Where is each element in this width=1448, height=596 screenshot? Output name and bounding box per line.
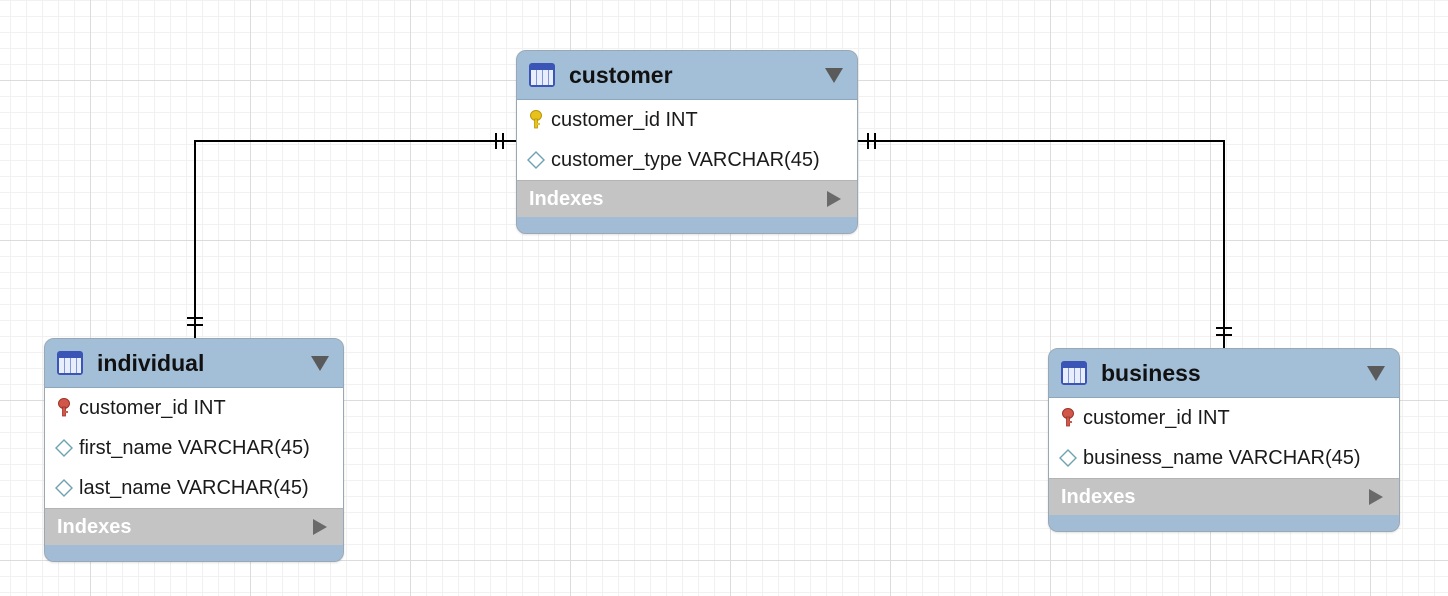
column-text: customer_type VARCHAR(45)	[551, 148, 820, 171]
column-list: customer_id INT business_name VARCHAR(45…	[1049, 398, 1399, 478]
collapse-triangle-icon[interactable]	[1367, 366, 1385, 381]
collapse-triangle-icon[interactable]	[825, 68, 843, 83]
column-diamond-icon	[527, 150, 545, 170]
expand-triangle-icon[interactable]	[313, 519, 327, 535]
entity-title: individual	[97, 349, 205, 376]
table-icon	[57, 351, 83, 375]
column-diamond-icon	[1059, 448, 1077, 468]
foreign-key-icon	[55, 398, 73, 418]
column-text: first_name VARCHAR(45)	[79, 436, 310, 459]
table-icon	[529, 63, 555, 87]
expand-triangle-icon[interactable]	[1369, 489, 1383, 505]
indexes-section[interactable]: Indexes	[517, 180, 857, 217]
expand-triangle-icon[interactable]	[827, 191, 841, 207]
primary-key-icon	[527, 110, 545, 130]
column-text: customer_id INT	[79, 396, 226, 419]
indexes-section[interactable]: Indexes	[45, 508, 343, 545]
indexes-label: Indexes	[529, 187, 604, 210]
entity-header[interactable]: business	[1049, 349, 1399, 398]
relationship-customer-individual[interactable]	[187, 133, 516, 340]
entity-footer	[1049, 515, 1399, 531]
indexes-section[interactable]: Indexes	[1049, 478, 1399, 515]
column-list: customer_id INT first_name VARCHAR(45) l…	[45, 388, 343, 508]
column-row[interactable]: customer_id INT	[517, 100, 857, 140]
relationship-customer-business[interactable]	[857, 133, 1232, 350]
entity-header[interactable]: customer	[517, 51, 857, 100]
column-list: customer_id INT customer_type VARCHAR(45…	[517, 100, 857, 180]
collapse-triangle-icon[interactable]	[311, 356, 329, 371]
entity-customer[interactable]: customer customer_id INT customer_type V…	[516, 50, 858, 234]
column-row[interactable]: customer_id INT	[45, 388, 343, 428]
column-diamond-icon	[55, 478, 73, 498]
entity-title: customer	[569, 61, 673, 88]
column-row[interactable]: first_name VARCHAR(45)	[45, 428, 343, 468]
column-row[interactable]: last_name VARCHAR(45)	[45, 468, 343, 508]
entity-business[interactable]: business customer_id INT business_name V…	[1048, 348, 1400, 532]
indexes-label: Indexes	[57, 515, 132, 538]
column-text: customer_id INT	[551, 108, 698, 131]
entity-footer	[45, 545, 343, 561]
entity-individual[interactable]: individual customer_id INT first_name VA…	[44, 338, 344, 562]
entity-footer	[517, 217, 857, 233]
foreign-key-icon	[1059, 408, 1077, 428]
entity-header[interactable]: individual	[45, 339, 343, 388]
column-row[interactable]: business_name VARCHAR(45)	[1049, 438, 1399, 478]
table-icon	[1061, 361, 1087, 385]
column-row[interactable]: customer_id INT	[1049, 398, 1399, 438]
column-text: last_name VARCHAR(45)	[79, 476, 309, 499]
indexes-label: Indexes	[1061, 485, 1136, 508]
column-row[interactable]: customer_type VARCHAR(45)	[517, 140, 857, 180]
column-text: business_name VARCHAR(45)	[1083, 446, 1361, 469]
entity-title: business	[1101, 359, 1201, 386]
column-text: customer_id INT	[1083, 406, 1230, 429]
column-diamond-icon	[55, 438, 73, 458]
